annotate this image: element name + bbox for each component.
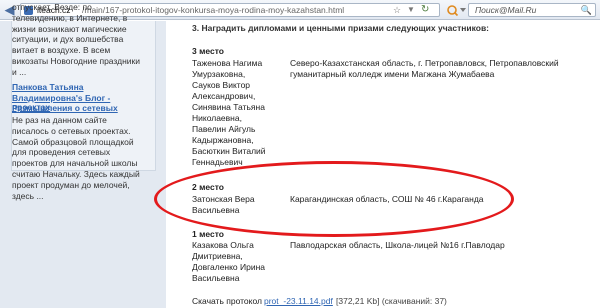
download-meta: [372,21 Kb] (скачиваний: 37) — [336, 296, 447, 306]
place-1-label: 1 место — [192, 229, 224, 239]
sidebar-post-link[interactable]: проектах — [12, 102, 142, 113]
place-3-label: 3 место — [192, 46, 224, 56]
search-placeholder: Поиск@Mail.Ru — [475, 5, 537, 15]
bookmark-star-icon[interactable]: ☆ — [393, 4, 401, 16]
winner-name: Таженова Нагима Умурзаковна, — [192, 58, 263, 79]
refresh-icon[interactable]: ↻ — [421, 4, 429, 16]
winner-name: Казакова Ольга Дмитриевна, — [192, 240, 254, 261]
winner-location: Павлодарская область, Школа-лицей №16 г.… — [290, 240, 505, 250]
winner-name: Синявина Татьяна Николаевна, — [192, 102, 265, 123]
search-input[interactable]: Поиск@Mail.Ru 🔍 — [468, 3, 596, 17]
winner-name: Басюткин Виталий Геннадьевич — [192, 146, 266, 167]
download-link[interactable]: prot_-23.11.14.pdf — [264, 296, 333, 307]
sidebar-post-excerpt: отпускает. Везде: по телевидению, в Инте… — [12, 2, 141, 77]
search-go-icon[interactable]: 🔍 — [581, 4, 592, 16]
search-engine-button[interactable] — [445, 3, 467, 17]
winner-name: Павелин Айгуль Кадыржановна, — [192, 124, 256, 145]
search-engine-icon — [447, 5, 466, 17]
winner-name: Сауков Виктор Александрович, — [192, 80, 256, 101]
sidebar-post-excerpt: Не раз на данном сайте писалось о сетевы… — [12, 115, 140, 201]
download-label: Скачать протокол — [192, 296, 262, 306]
winner-name: Довгаленко Ирина Васильевна — [192, 262, 266, 283]
dropdown-arrow-icon[interactable]: ▼ — [407, 4, 415, 16]
winner-location: Северо-Казахстанская область, г. Петропа… — [290, 58, 559, 79]
section-heading: 3. Наградить дипломами и ценными призами… — [192, 23, 489, 33]
winner-name: Затонская Вера Васильевна — [192, 194, 255, 215]
winner-location: Карагандинская область, СОШ № 46 г.Караг… — [290, 194, 484, 204]
place-2-label: 2 место — [192, 182, 224, 192]
